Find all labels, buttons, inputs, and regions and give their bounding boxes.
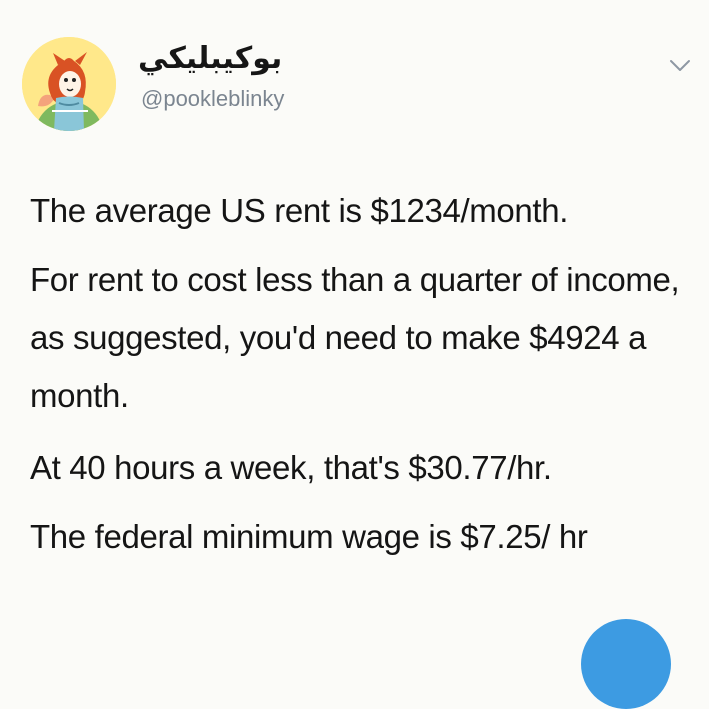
author-handle[interactable]: @pookleblinky [141, 85, 284, 113]
tweet-body: The average US rent is $1234/month. For … [30, 182, 702, 566]
tweet-menu-button[interactable] [669, 59, 691, 73]
cartoon-girl-avatar-icon [22, 37, 116, 131]
author-display-name[interactable]: بوكيبليكي [138, 41, 338, 77]
floating-action-button[interactable] [581, 619, 671, 709]
tweet-paragraph-3: At 40 hours a week, that's $30.77/hr. [30, 449, 552, 486]
avatar[interactable] [22, 37, 116, 131]
chevron-down-icon [670, 60, 690, 71]
tweet-paragraph-4: The federal minimum wage is $7.25/ hr [30, 518, 588, 555]
tweet-paragraph-2: For rent to cost less than a quarter of … [30, 261, 680, 414]
tweet-card: بوكيبليكي @pookleblinky The average US r… [0, 0, 709, 709]
tweet-paragraph-1: The average US rent is $1234/month. [30, 192, 569, 229]
